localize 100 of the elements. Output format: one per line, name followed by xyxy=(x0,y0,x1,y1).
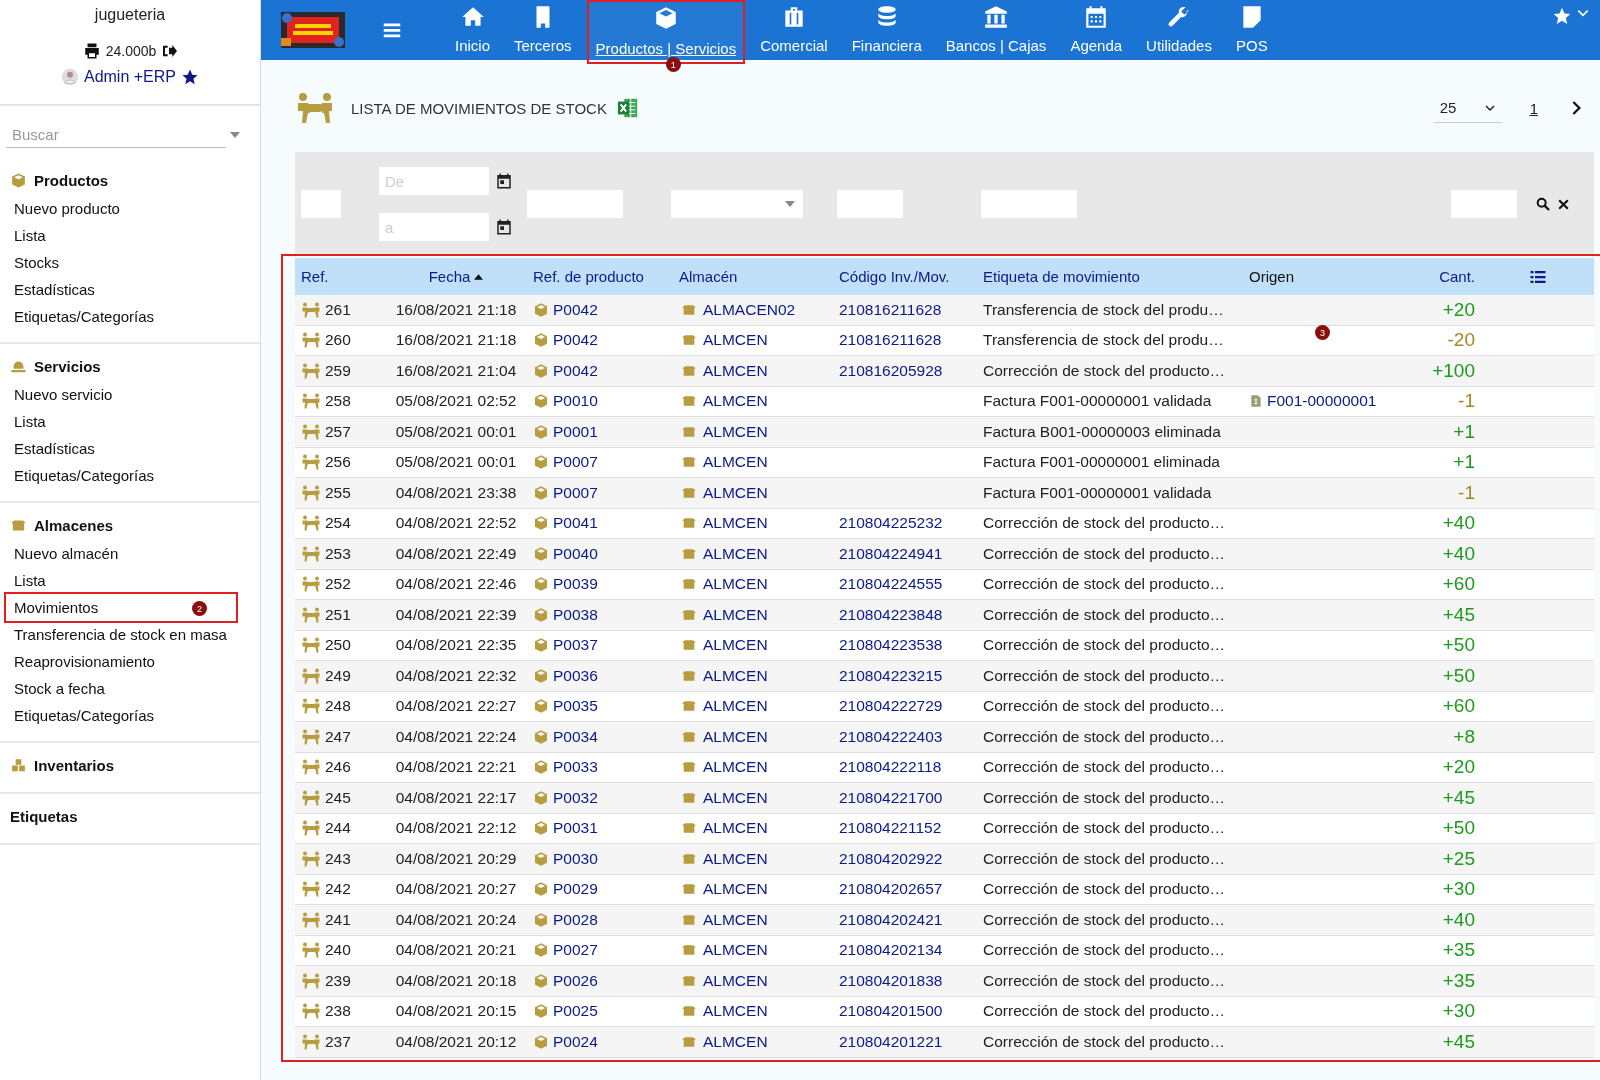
code-link[interactable]: 210804222403 xyxy=(839,727,943,746)
warehouse-link[interactable]: ALMCEN xyxy=(703,605,768,624)
product-link[interactable]: P0025 xyxy=(553,1002,598,1021)
column-header[interactable]: Fecha xyxy=(428,268,471,285)
product-link[interactable]: P0042 xyxy=(553,331,598,350)
star-icon[interactable] xyxy=(1552,6,1572,26)
table-cell[interactable]: 239 xyxy=(325,971,351,990)
warehouse-link[interactable]: ALMCEN xyxy=(703,666,768,685)
column-header[interactable]: Ref. xyxy=(301,268,329,285)
table-cell[interactable]: 243 xyxy=(325,849,351,868)
nav-tab[interactable]: Bancos | Cajas xyxy=(937,0,1055,60)
printer-icon[interactable] xyxy=(82,42,101,60)
product-link[interactable]: P0036 xyxy=(553,666,598,685)
product-link[interactable]: P0035 xyxy=(553,697,598,716)
nav-tab[interactable]: POS xyxy=(1227,0,1276,60)
logout-icon[interactable] xyxy=(161,43,178,59)
code-link[interactable]: 210804225232 xyxy=(839,514,943,533)
table-cell[interactable]: 247 xyxy=(325,727,351,746)
product-link[interactable]: P0033 xyxy=(553,758,598,777)
product-link[interactable]: P0038 xyxy=(553,605,598,624)
table-cell[interactable]: 240 xyxy=(325,941,351,960)
product-link[interactable]: P0007 xyxy=(553,483,598,502)
product-link[interactable]: P0042 xyxy=(553,361,598,380)
table-cell[interactable]: 258 xyxy=(325,392,351,411)
product-link[interactable]: P0031 xyxy=(553,819,598,838)
sidebar-item[interactable]: Etiquetas/Categorías xyxy=(0,702,169,729)
star-icon[interactable] xyxy=(181,68,199,86)
sidebar-item[interactable]: Etiquetas/Categorías xyxy=(0,303,169,330)
close-icon[interactable] xyxy=(1557,197,1570,211)
product-link[interactable]: P0029 xyxy=(553,880,598,899)
search-field[interactable]: Buscar xyxy=(6,122,226,148)
table-cell[interactable]: 245 xyxy=(325,788,351,807)
warehouse-link[interactable]: ALMCEN xyxy=(703,575,768,594)
table-cell[interactable]: 251 xyxy=(325,605,351,624)
invoice-link[interactable]: F001-00000001 xyxy=(1267,392,1377,411)
sidebar-item[interactable]: Transferencia de stock en masa xyxy=(0,621,241,648)
code-link[interactable]: 210804201500 xyxy=(839,1002,943,1021)
warehouse-link[interactable]: ALMCEN xyxy=(703,727,768,746)
warehouse-link[interactable]: ALMCEN xyxy=(703,971,768,990)
code-link[interactable]: 210804221152 xyxy=(839,819,942,838)
table-cell[interactable]: 249 xyxy=(325,666,351,685)
table-cell[interactable]: 259 xyxy=(325,361,351,380)
sidebar-item[interactable]: Estadísticas xyxy=(0,276,109,303)
code-link[interactable]: 210804202922 xyxy=(839,849,943,868)
caret-down-icon[interactable] xyxy=(785,201,795,207)
product-link[interactable]: P0030 xyxy=(553,849,598,868)
product-link[interactable]: P0026 xyxy=(553,971,598,990)
sidebar-item[interactable]: Stock a fecha xyxy=(0,675,119,702)
warehouse-link[interactable]: ALMCEN xyxy=(703,483,768,502)
code-link[interactable]: 210804223215 xyxy=(839,666,943,685)
code-link[interactable]: 210816211628 xyxy=(839,300,942,319)
page-size-select[interactable]: 25 xyxy=(1433,93,1502,123)
sidebar-item[interactable]: Lista xyxy=(0,567,60,594)
table-cell[interactable]: 256 xyxy=(325,453,351,472)
table-cell[interactable]: 237 xyxy=(325,1032,351,1051)
warehouse-link[interactable]: ALMCEN xyxy=(703,361,768,380)
table-cell[interactable]: 255 xyxy=(325,483,351,502)
user-link[interactable]: Admin +ERP xyxy=(83,68,176,86)
nav-tab[interactable]: Productos | Servicios xyxy=(587,1,745,63)
nav-tab[interactable]: Comercial xyxy=(752,0,836,60)
nav-tab[interactable]: Utilidades xyxy=(1138,0,1220,60)
code-link[interactable]: 210804224941 xyxy=(839,544,943,563)
nav-tab[interactable]: Agenda xyxy=(1062,0,1131,60)
table-cell[interactable]: 254 xyxy=(325,514,351,533)
sidebar-item[interactable]: Nuevo almacén xyxy=(0,540,133,567)
product-link[interactable]: P0037 xyxy=(553,636,598,655)
table-cell[interactable]: 257 xyxy=(325,422,351,441)
table-cell[interactable]: 260 xyxy=(325,331,351,350)
warehouse-link[interactable]: ALMCEN xyxy=(703,1032,768,1051)
sidebar-item[interactable]: Stocks xyxy=(0,249,73,276)
table-cell[interactable]: 242 xyxy=(325,880,351,899)
code-link[interactable]: 210804222118 xyxy=(839,758,942,777)
code-link[interactable]: 210804221700 xyxy=(839,788,943,807)
spreadsheet-icon[interactable] xyxy=(616,97,639,119)
code-link[interactable]: 210804202421 xyxy=(839,910,943,929)
product-link[interactable]: P0024 xyxy=(553,1032,598,1051)
nav-tab[interactable]: Financiera xyxy=(843,0,930,60)
product-link[interactable]: P0032 xyxy=(553,788,598,807)
warehouse-link[interactable]: ALMCEN xyxy=(703,514,768,533)
warehouse-link[interactable]: ALMCEN xyxy=(703,697,768,716)
code-link[interactable]: 210804223538 xyxy=(839,636,943,655)
warehouse-link[interactable]: ALMCEN xyxy=(703,331,768,350)
warehouse-link[interactable]: ALMCEN xyxy=(703,422,768,441)
warehouse-link[interactable]: ALMCEN xyxy=(703,910,768,929)
product-link[interactable]: P0039 xyxy=(553,575,598,594)
product-link[interactable]: P0040 xyxy=(553,544,598,563)
table-cell[interactable]: 253 xyxy=(325,544,351,563)
warehouse-link[interactable]: ALMCEN xyxy=(703,544,768,563)
sidebar-item[interactable]: Estadísticas xyxy=(0,435,109,462)
sidebar-item[interactable]: Lista xyxy=(0,222,60,249)
code-link[interactable]: 210804224555 xyxy=(839,575,943,594)
warehouse-link[interactable]: ALMACEN02 xyxy=(703,300,796,319)
product-link[interactable]: P0042 xyxy=(553,300,598,319)
table-cell[interactable]: 250 xyxy=(325,636,351,655)
product-link[interactable]: P0041 xyxy=(553,514,598,533)
code-link[interactable]: 210804202134 xyxy=(839,941,943,960)
warehouse-link[interactable]: ALMCEN xyxy=(703,880,768,899)
calendar-icon[interactable] xyxy=(495,218,513,236)
section-heading[interactable]: Productos xyxy=(34,172,109,189)
code-link[interactable]: 210816211628 xyxy=(839,331,942,350)
